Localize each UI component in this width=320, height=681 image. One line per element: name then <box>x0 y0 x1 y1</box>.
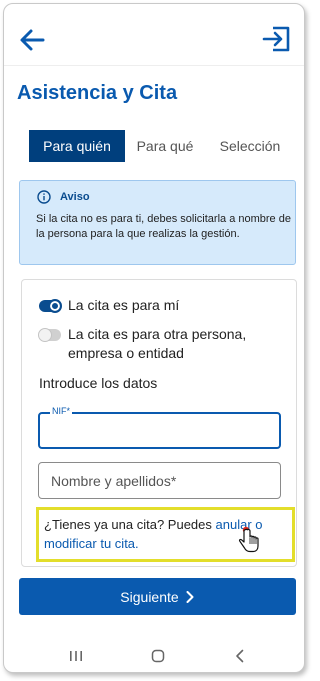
alert-title: Aviso <box>60 191 90 203</box>
tab-para-que[interactable]: Para qué <box>131 130 199 162</box>
name-field-placeholder: Nombre y apellidos* <box>51 473 177 489</box>
toggle-self-switch[interactable] <box>39 299 62 313</box>
info-icon <box>37 190 51 204</box>
phone-frame: Asistencia y Cita Para quién Para qué Se… <box>3 3 305 673</box>
name-field[interactable]: Nombre y apellidos* <box>38 462 281 499</box>
system-nav-bar <box>4 638 304 672</box>
top-bar <box>4 4 304 66</box>
toggle-other-label: La cita es para otra persona, empresa o … <box>68 326 247 361</box>
step-tabs: Para quién Para qué Selección <box>29 130 289 162</box>
tab-para-quien[interactable]: Para quién <box>29 130 125 162</box>
nif-field[interactable]: NIF* <box>38 406 281 449</box>
alert-text: Si la cita no es para ti, debes solicita… <box>36 213 291 240</box>
toggle-row-self: La cita es para mí <box>39 296 179 315</box>
back-icon[interactable] <box>232 648 248 664</box>
arrow-left-icon[interactable] <box>18 26 46 54</box>
section-label: Introduce los datos <box>39 375 158 391</box>
toggle-row-other: La cita es para otra persona, empresa o … <box>38 325 279 363</box>
existing-appointment-prefix: ¿Tienes ya una cita? Puedes <box>44 517 216 532</box>
next-button[interactable]: Siguiente <box>19 578 296 615</box>
toggle-other-switch[interactable] <box>38 328 61 342</box>
recent-apps-icon[interactable] <box>68 648 84 664</box>
tab-seleccion[interactable]: Selección <box>211 130 289 162</box>
logout-icon[interactable] <box>262 24 292 54</box>
form-card: La cita es para mí La cita es para otra … <box>21 279 297 567</box>
nif-field-label: NIF* <box>50 406 72 416</box>
next-button-label: Siguiente <box>120 588 179 605</box>
notice-alert: Aviso Si la cita no es para ti, debes so… <box>19 180 296 265</box>
toggle-self-label: La cita es para mí <box>68 297 180 313</box>
hand-pointer-icon <box>238 526 259 553</box>
page-title: Asistencia y Cita <box>17 82 178 104</box>
chevron-right-icon <box>186 590 194 603</box>
home-icon[interactable] <box>150 648 166 664</box>
